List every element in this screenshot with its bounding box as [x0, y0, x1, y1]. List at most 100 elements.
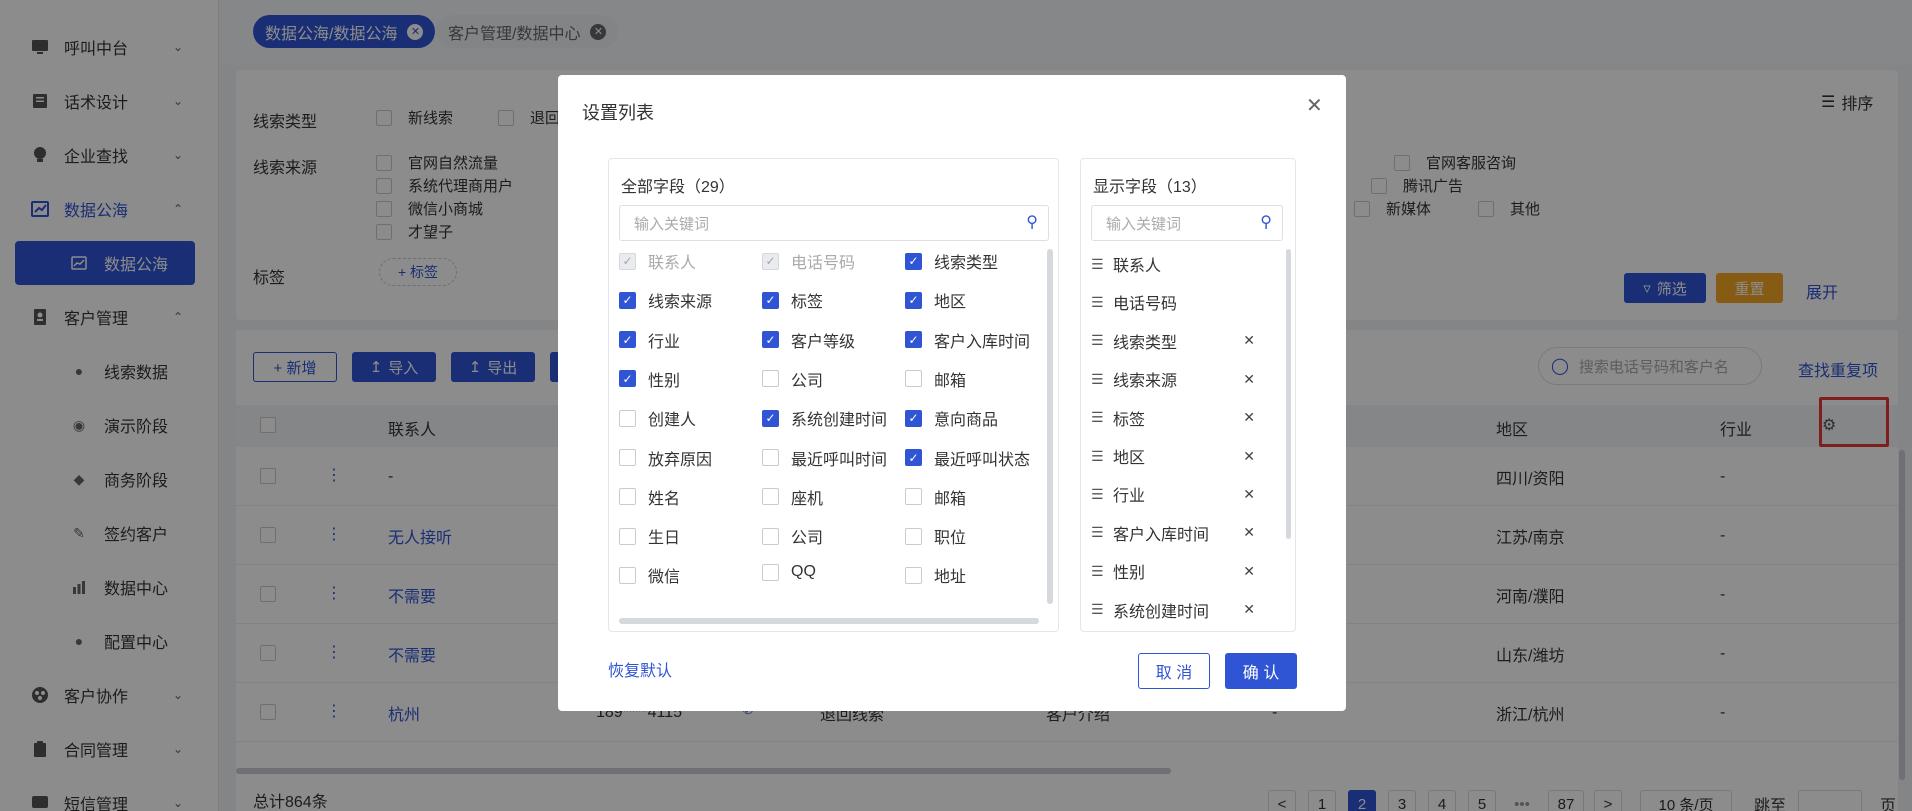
- remove-icon[interactable]: ✕: [1243, 563, 1255, 580]
- remove-icon[interactable]: ✕: [1243, 524, 1255, 541]
- checkbox[interactable]: [619, 488, 636, 506]
- field-checkbox[interactable]: ✓ 行业: [619, 328, 680, 352]
- shown-field-item[interactable]: ☰ 标签 ✕: [1091, 403, 1255, 433]
- drag-handle-icon[interactable]: ☰: [1091, 256, 1105, 273]
- shown-fields-search-input[interactable]: 输入关键词 ⚲: [1091, 205, 1283, 241]
- modal-title: 设置列表: [582, 103, 654, 123]
- checkbox[interactable]: [905, 488, 922, 506]
- shown-field-item[interactable]: ☰ 地区 ✕: [1091, 441, 1255, 471]
- field-checkbox[interactable]: ✓ 意向商品: [905, 406, 998, 430]
- checkbox[interactable]: [619, 527, 636, 545]
- field-checkbox[interactable]: ✓ 标签: [762, 288, 823, 312]
- drag-handle-icon[interactable]: ☰: [1091, 563, 1105, 580]
- search-icon[interactable]: ⚲: [1260, 212, 1272, 232]
- shown-field-label: 标签: [1113, 411, 1146, 429]
- checkmark-icon[interactable]: ✓: [762, 409, 779, 427]
- field-checkbox[interactable]: 创建人: [619, 406, 696, 430]
- remove-icon[interactable]: ✕: [1243, 486, 1255, 503]
- field-label: 座机: [791, 490, 824, 508]
- checkbox[interactable]: [619, 449, 636, 466]
- search-icon[interactable]: ⚲: [1026, 212, 1038, 232]
- field-checkbox[interactable]: 邮箱: [905, 367, 966, 391]
- confirm-button[interactable]: 确 认: [1225, 653, 1297, 689]
- checkbox[interactable]: [762, 370, 779, 388]
- checkbox[interactable]: [762, 449, 779, 466]
- checkbox[interactable]: [762, 527, 779, 545]
- remove-icon[interactable]: ✕: [1243, 332, 1255, 349]
- field-checkbox[interactable]: QQ: [762, 563, 816, 581]
- checkbox[interactable]: [619, 409, 636, 427]
- cancel-button[interactable]: 取 消: [1138, 653, 1210, 689]
- checkbox[interactable]: [619, 566, 636, 584]
- shown-field-item[interactable]: ☰ 性别 ✕: [1091, 556, 1255, 586]
- field-label: 微信: [648, 569, 681, 587]
- vertical-scrollbar[interactable]: [1047, 249, 1053, 604]
- checkbox[interactable]: [762, 488, 779, 506]
- field-checkbox[interactable]: 放弃原因: [619, 446, 712, 470]
- checkmark-icon[interactable]: ✓: [619, 331, 636, 349]
- field-checkbox[interactable]: ✓ 最近呼叫状态: [905, 446, 1030, 470]
- shown-field-item[interactable]: ☰ 系统创建时间 ✕: [1091, 595, 1255, 625]
- checkmark-icon[interactable]: ✓: [762, 331, 779, 349]
- field-checkbox[interactable]: ✓ 线索来源: [619, 288, 712, 312]
- checkmark-icon[interactable]: ✓: [619, 291, 636, 309]
- shown-field-label: 客户入库时间: [1113, 526, 1210, 544]
- drag-handle-icon[interactable]: ☰: [1091, 448, 1105, 465]
- shown-field-item[interactable]: ☰ 行业 ✕: [1091, 479, 1255, 509]
- restore-default-link[interactable]: 恢复默认: [608, 657, 672, 681]
- field-checkbox[interactable]: 公司: [762, 367, 823, 391]
- drag-handle-icon[interactable]: ☰: [1091, 409, 1105, 426]
- field-checkbox[interactable]: 姓名: [619, 485, 680, 509]
- drag-handle-icon[interactable]: ☰: [1091, 524, 1105, 541]
- field-checkbox[interactable]: ✓ 地区: [905, 288, 966, 312]
- vertical-scrollbar[interactable]: [1286, 249, 1291, 539]
- shown-field-item[interactable]: ☰ 电话号码: [1091, 287, 1251, 317]
- field-checkbox[interactable]: ✓ 系统创建时间: [762, 406, 887, 430]
- drag-handle-icon[interactable]: ☰: [1091, 601, 1105, 618]
- checkmark-icon[interactable]: ✓: [905, 291, 922, 309]
- checkbox[interactable]: [762, 563, 779, 581]
- remove-icon[interactable]: ✕: [1243, 448, 1255, 465]
- close-icon[interactable]: ✕: [1306, 93, 1323, 118]
- field-checkbox[interactable]: 生日: [619, 524, 680, 548]
- field-checkbox[interactable]: 座机: [762, 485, 823, 509]
- field-label: 地址: [934, 569, 967, 587]
- shown-field-item[interactable]: ☰ 联系人: [1091, 249, 1251, 279]
- drag-handle-icon[interactable]: ☰: [1091, 371, 1105, 388]
- checkbox[interactable]: [905, 566, 922, 584]
- remove-icon[interactable]: ✕: [1243, 371, 1255, 388]
- field-checkbox[interactable]: 地址: [905, 563, 966, 587]
- checkmark-icon[interactable]: ✓: [619, 370, 636, 388]
- checkmark-icon[interactable]: ✓: [905, 331, 922, 349]
- search-placeholder: 输入关键词: [1106, 215, 1182, 233]
- field-checkbox[interactable]: ✓ 线索类型: [905, 249, 998, 273]
- field-checkbox[interactable]: ✓ 客户入库时间: [905, 328, 1030, 352]
- field-checkbox: ✓ 联系人: [619, 249, 696, 273]
- shown-field-item[interactable]: ☰ 线索来源 ✕: [1091, 364, 1255, 394]
- checkmark-icon[interactable]: ✓: [905, 252, 922, 270]
- all-fields-search-input[interactable]: 输入关键词 ⚲: [619, 205, 1049, 241]
- remove-icon[interactable]: ✕: [1243, 601, 1255, 618]
- field-checkbox[interactable]: 微信: [619, 563, 680, 587]
- shown-field-item[interactable]: ☰ 客户入库时间 ✕: [1091, 518, 1255, 548]
- drag-handle-icon[interactable]: ☰: [1091, 294, 1105, 311]
- checkbox[interactable]: [905, 527, 922, 545]
- shown-field-label: 联系人: [1113, 258, 1162, 275]
- shown-field-item[interactable]: ☰ 线索类型 ✕: [1091, 326, 1255, 356]
- horizontal-scrollbar[interactable]: [619, 618, 1039, 624]
- field-checkbox[interactable]: 公司: [762, 524, 823, 548]
- field-checkbox[interactable]: 最近呼叫时间: [762, 446, 887, 470]
- field-checkbox[interactable]: ✓ 性别: [619, 367, 680, 391]
- checkmark-icon[interactable]: ✓: [905, 409, 922, 427]
- drag-handle-icon[interactable]: ☰: [1091, 332, 1105, 349]
- field-checkbox[interactable]: 邮箱: [905, 485, 966, 509]
- shown-field-label: 性别: [1113, 565, 1146, 583]
- field-label: 电话号码: [791, 255, 856, 272]
- drag-handle-icon[interactable]: ☰: [1091, 486, 1105, 503]
- checkbox[interactable]: [905, 370, 922, 388]
- checkmark-icon[interactable]: ✓: [905, 449, 922, 466]
- field-checkbox[interactable]: 职位: [905, 524, 966, 548]
- field-checkbox[interactable]: ✓ 客户等级: [762, 328, 855, 352]
- remove-icon[interactable]: ✕: [1243, 409, 1255, 426]
- checkmark-icon[interactable]: ✓: [762, 291, 779, 309]
